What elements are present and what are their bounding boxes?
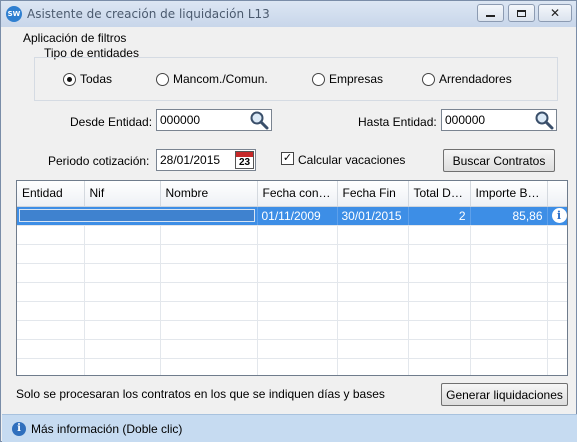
radio-dot[interactable] <box>312 72 325 86</box>
periodo-label: Periodo cotización: <box>48 154 150 168</box>
col-nombre[interactable]: Nombre <box>160 181 258 207</box>
radio-empresas[interactable]: Empresas <box>312 72 383 86</box>
app-logo-icon: SW <box>6 6 22 22</box>
cell-fecha-fin[interactable]: 30/01/2015 <box>337 206 409 226</box>
table-row[interactable] <box>17 282 567 302</box>
buscar-contratos-button[interactable]: Buscar Contratos <box>443 149 555 172</box>
col-total-dias[interactable]: Total Días <box>408 181 471 207</box>
minimize-icon <box>486 15 495 17</box>
radio-label: Mancom./Comun. <box>173 72 268 86</box>
wizard-window: SW Asistente de creación de liquidación … <box>0 0 577 442</box>
cell-fecha-contrato[interactable]: 01/11/2009 <box>257 206 338 226</box>
col-fecha-fin[interactable]: Fecha Fin <box>337 181 409 207</box>
calcular-vacaciones-checkbox[interactable]: ✓ <box>281 152 294 165</box>
cell-info[interactable]: i <box>547 206 567 226</box>
contracts-grid[interactable]: Entidad Nif Nombre Fecha contr... Fecha … <box>16 180 568 376</box>
radio-dot[interactable] <box>156 72 169 86</box>
periodo-value: 28/01/2015 <box>160 153 221 167</box>
info-icon[interactable]: i <box>551 208 566 223</box>
filters-section-label: Aplicación de filtros <box>23 31 127 45</box>
close-icon: ✕ <box>549 6 561 20</box>
search-icon[interactable] <box>249 110 269 130</box>
radio-label: Empresas <box>329 72 384 86</box>
minimize-button[interactable] <box>477 4 504 22</box>
selection-bar <box>19 209 255 222</box>
col-importe[interactable]: Importe Ba... <box>470 181 548 207</box>
col-info <box>547 181 567 207</box>
table-row[interactable] <box>17 263 567 283</box>
radio-mancom[interactable]: Mancom./Comun. <box>156 72 268 86</box>
radio-dot[interactable] <box>63 72 76 86</box>
col-nif[interactable]: Nif <box>84 181 161 207</box>
calcular-vacaciones-label: Calcular vacaciones <box>298 153 406 167</box>
radio-dot[interactable] <box>422 72 435 86</box>
maximize-icon <box>517 9 526 17</box>
footer-note: Solo se procesaran los contratos en los … <box>16 387 385 401</box>
hasta-entidad-value: 000000 <box>445 113 486 127</box>
window-title: Asistente de creación de liquidación L13 <box>27 7 270 21</box>
close-button[interactable]: ✕ <box>538 4 572 22</box>
table-row[interactable]: 01/11/2009 30/01/2015 2 85,86 i <box>17 206 567 226</box>
grid-header: Entidad Nif Nombre Fecha contr... Fecha … <box>17 181 567 207</box>
search-icon[interactable] <box>534 110 554 130</box>
table-row[interactable] <box>17 244 567 264</box>
table-row[interactable] <box>17 301 567 321</box>
col-fecha-contrato[interactable]: Fecha contr... <box>257 181 338 207</box>
desde-entidad-value: 000000 <box>160 113 201 127</box>
hasta-entidad-label: Hasta Entidad: <box>358 115 437 129</box>
maximize-button[interactable] <box>508 4 535 22</box>
table-row[interactable] <box>17 225 567 245</box>
status-bar[interactable]: i Más información (Doble clic) <box>2 414 577 442</box>
radio-arrendadores[interactable]: Arrendadores <box>422 72 512 86</box>
radio-label: Todas <box>80 72 113 86</box>
cell-importe[interactable]: 85,86 <box>470 206 548 226</box>
generar-liquidaciones-button[interactable]: Generar liquidaciones <box>441 383 568 406</box>
table-row[interactable] <box>17 320 567 340</box>
table-row[interactable] <box>17 358 567 375</box>
desde-entidad-label: Desde Entidad: <box>70 115 153 129</box>
info-icon: i <box>12 422 26 436</box>
calendar-icon[interactable]: 23 <box>235 151 254 169</box>
cell-total-dias[interactable]: 2 <box>408 206 471 226</box>
status-text[interactable]: Más información (Doble clic) <box>31 422 182 436</box>
table-row[interactable] <box>17 339 567 359</box>
title-bar[interactable]: SW Asistente de creación de liquidación … <box>1 1 576 27</box>
cell-entidad-nombre[interactable] <box>17 206 258 226</box>
radio-label: Arrendadores <box>439 72 512 86</box>
calendar-day: 23 <box>238 157 251 168</box>
radio-todas[interactable]: Todas <box>63 72 112 86</box>
col-entidad[interactable]: Entidad <box>17 181 85 207</box>
